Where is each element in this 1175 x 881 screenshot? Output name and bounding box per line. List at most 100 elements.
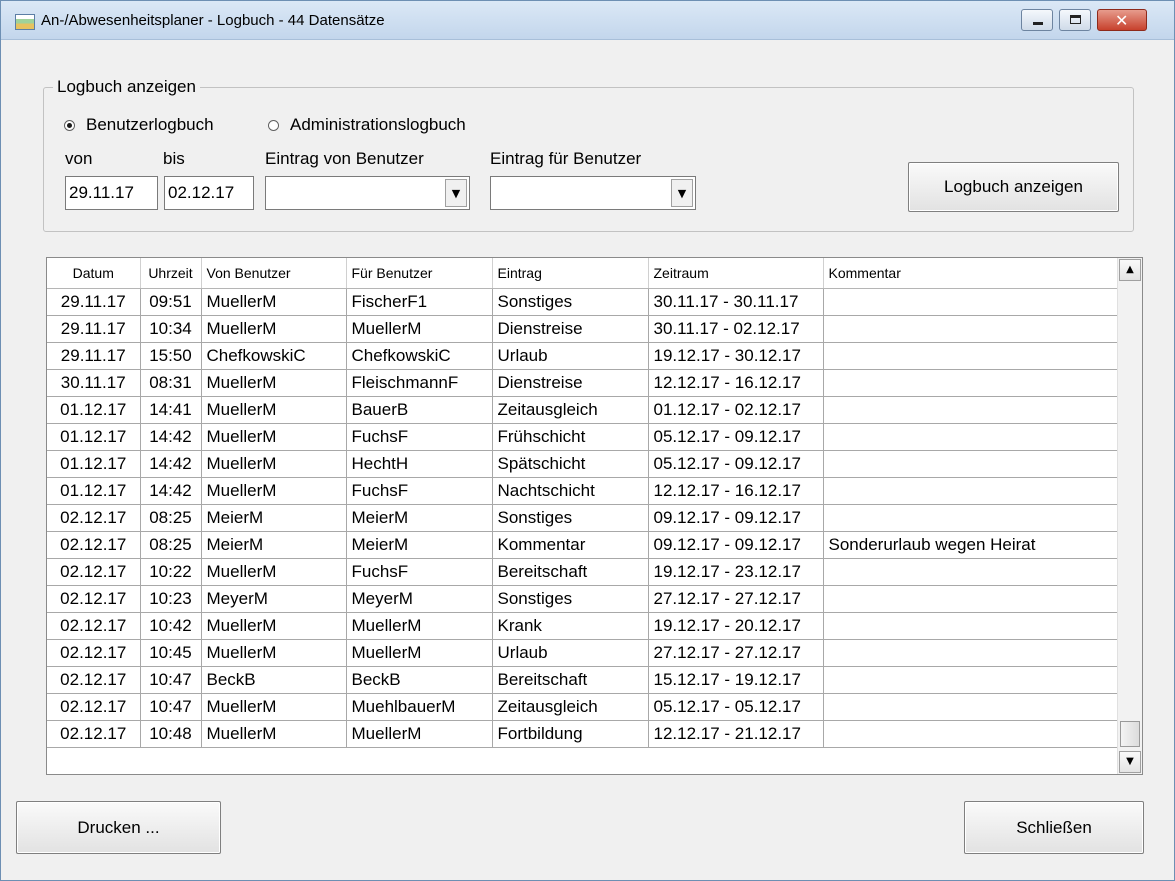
app-icon [15,14,35,30]
column-header-from-user[interactable]: Von Benutzer [201,258,347,289]
maximize-icon [1070,15,1081,24]
chevron-down-icon: ▼ [1126,756,1134,767]
table-row[interactable]: 02.12.17 10:48 MuellerM MuellerM Fortbildung… [47,720,1120,748]
close-icon: ✕ [1115,11,1129,30]
table-row[interactable]: 02.12.17 08:25 MeierM MeierM Kommentar 09.12.… [47,531,1120,559]
cell-period: 12.12.17 - 21.12.17 [648,720,824,748]
cell-entry: Kommentar [492,531,649,559]
column-header-for-user[interactable]: Für Benutzer [346,258,493,289]
minimize-icon [1033,22,1043,25]
cell-time: 14:42 [140,423,202,451]
cell-for-user: MeierM [346,531,493,559]
show-logbook-button[interactable]: Logbuch anzeigen [908,162,1119,212]
cell-date: 01.12.17 [47,423,141,451]
table-row[interactable]: 02.12.17 10:47 MuellerM MuehlbauerM Zeitausg… [47,693,1120,721]
cell-entry: Frühschicht [492,423,649,451]
cell-for-user: MuehlbauerM [346,693,493,721]
cell-comment [823,558,1120,586]
column-header-date[interactable]: Datum [47,258,141,289]
table-row[interactable]: 01.12.17 14:42 MuellerM FuchsF Nachtschicht 1… [47,477,1120,505]
cell-time: 08:31 [140,369,202,397]
cell-from-user: MuellerM [201,423,347,451]
column-header-comment[interactable]: Kommentar [823,258,1120,289]
date-from-field[interactable]: 29.11.17 [65,176,158,210]
close-button[interactable]: ✕ [1097,9,1147,31]
cell-for-user: ChefkowskiC [346,342,493,370]
cell-time: 10:23 [140,585,202,613]
table-row[interactable]: 01.12.17 14:42 MuellerM HechtH Spätschicht 05… [47,450,1120,478]
cell-time: 14:42 [140,450,202,478]
table-row[interactable]: 30.11.17 08:31 MuellerM FleischmannF Dienstr… [47,369,1120,397]
cell-from-user: MuellerM [201,396,347,424]
chevron-down-icon[interactable]: ▼ [671,179,693,207]
cell-time: 10:47 [140,693,202,721]
table-row[interactable]: 02.12.17 10:22 MuellerM FuchsF Bereitschaft 1… [47,558,1120,586]
column-header-time[interactable]: Uhrzeit [140,258,202,289]
cell-from-user: ChefkowskiC [201,342,347,370]
radio-user-logbook[interactable]: Benutzerlogbuch [64,115,214,135]
table-row[interactable]: 01.12.17 14:41 MuellerM BauerB Zeitausgleich… [47,396,1120,424]
cell-comment [823,477,1120,505]
logbook-table[interactable]: Datum Uhrzeit Von Benutzer Für Benutzer … [46,257,1143,775]
scroll-up-button[interactable]: ▲ [1119,259,1141,281]
cell-for-user: MuellerM [346,612,493,640]
cell-period: 19.12.17 - 30.12.17 [648,342,824,370]
cell-period: 19.12.17 - 20.12.17 [648,612,824,640]
label-to: bis [163,149,185,168]
scrollbar-thumb[interactable] [1120,721,1140,747]
label-entry-by-user: Eintrag von Benutzer [265,149,424,168]
cell-time: 15:50 [140,342,202,370]
column-header-period[interactable]: Zeitraum [648,258,824,289]
table-row[interactable]: 01.12.17 14:42 MuellerM FuchsF Frühschicht 05… [47,423,1120,451]
table-row[interactable]: 29.11.17 10:34 MuellerM MuellerM Dienstreise… [47,315,1120,343]
cell-entry: Fortbildung [492,720,649,748]
cell-date: 02.12.17 [47,558,141,586]
cell-comment [823,315,1120,343]
cell-date: 02.12.17 [47,693,141,721]
cell-entry: Zeitausgleich [492,693,649,721]
cell-period: 30.11.17 - 02.12.17 [648,315,824,343]
title-bar[interactable]: An-/Abwesenheitsplaner - Logbuch - 44 Da… [1,1,1174,40]
table-row[interactable]: 02.12.17 10:47 BeckB BeckB Bereitschaft 15.12… [47,666,1120,694]
table-row[interactable]: 02.12.17 10:23 MeyerM MeyerM Sonstiges 27.12.… [47,585,1120,613]
table-row[interactable]: 02.12.17 10:45 MuellerM MuellerM Urlaub 27.12… [47,639,1120,667]
table-row[interactable]: 29.11.17 15:50 ChefkowskiC ChefkowskiC Urlau… [47,342,1120,370]
label-entry-for-user: Eintrag für Benutzer [490,149,642,168]
print-button[interactable]: Drucken ... [16,801,221,854]
column-header-entry[interactable]: Eintrag [492,258,649,289]
cell-period: 09.12.17 - 09.12.17 [648,531,824,559]
cell-for-user: FuchsF [346,558,493,586]
close-dialog-button[interactable]: Schließen [964,801,1144,854]
date-to-field[interactable]: 02.12.17 [164,176,254,210]
cell-comment [823,396,1120,424]
cell-entry: Dienstreise [492,315,649,343]
table-row[interactable]: 02.12.17 08:25 MeierM MeierM Sonstiges 09.12.… [47,504,1120,532]
entry-for-user-select[interactable]: ▼ [490,176,696,210]
cell-time: 08:25 [140,531,202,559]
cell-date: 02.12.17 [47,720,141,748]
cell-from-user: MeierM [201,504,347,532]
table-row[interactable]: 29.11.17 09:51 MuellerM FischerF1 Sonstiges 3… [47,288,1120,316]
table-header: Datum Uhrzeit Von Benutzer Für Benutzer … [47,258,1120,289]
chevron-down-icon[interactable]: ▼ [445,179,467,207]
maximize-button[interactable] [1059,9,1091,31]
vertical-scrollbar[interactable]: ▲ ▼ [1117,258,1142,774]
cell-from-user: MuellerM [201,477,347,505]
cell-for-user: MuellerM [346,639,493,667]
cell-from-user: MuellerM [201,693,347,721]
cell-for-user: FleischmannF [346,369,493,397]
cell-from-user: MuellerM [201,315,347,343]
minimize-button[interactable] [1021,9,1053,31]
cell-date: 29.11.17 [47,288,141,316]
label-from: von [65,149,93,168]
cell-period: 27.12.17 - 27.12.17 [648,639,824,667]
scroll-down-button[interactable]: ▼ [1119,751,1141,773]
entry-by-user-select[interactable]: ▼ [265,176,470,210]
cell-from-user: MuellerM [201,720,347,748]
cell-entry: Spätschicht [492,450,649,478]
cell-date: 02.12.17 [47,639,141,667]
table-row[interactable]: 02.12.17 10:42 MuellerM MuellerM Krank 19.12.… [47,612,1120,640]
radio-admin-logbook[interactable]: Administrationslogbuch [268,115,466,135]
cell-from-user: MuellerM [201,288,347,316]
cell-for-user: BeckB [346,666,493,694]
